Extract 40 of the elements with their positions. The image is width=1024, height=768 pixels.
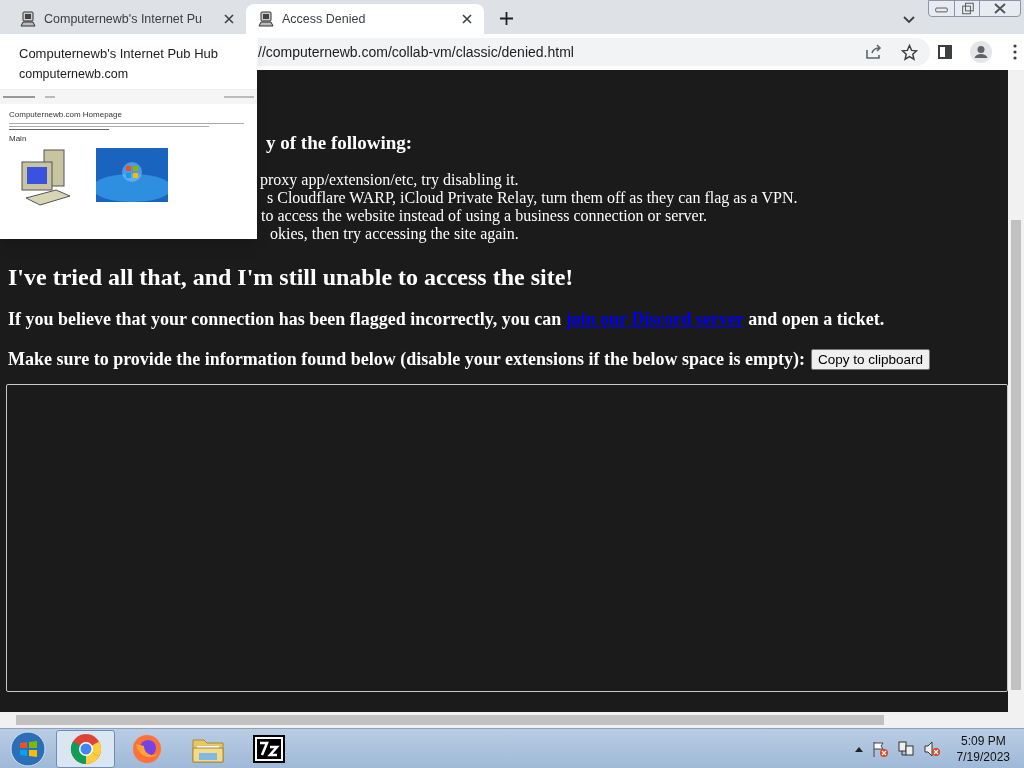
chevron-down-icon[interactable] (903, 16, 915, 24)
horizontal-scrollbar[interactable] (0, 712, 1024, 728)
list-item: okies, then try accessing the site again. (270, 225, 519, 243)
flag-icon[interactable] (870, 739, 889, 758)
muted-speaker-icon[interactable] (922, 739, 941, 758)
browser-tab[interactable]: Access Denied (246, 4, 484, 34)
clock-time[interactable]: 5:09 PM (960, 732, 1006, 749)
archive-app-icon (252, 734, 285, 763)
chrome-icon (69, 732, 102, 765)
hover-card-domain: computernewb.com (19, 66, 130, 83)
share-icon[interactable] (865, 44, 883, 60)
star-icon[interactable] (901, 43, 918, 61)
close-icon[interactable] (224, 14, 234, 24)
address-bar[interactable]: //computernewb.com/collab-vm/classic/denied.html (258, 38, 930, 66)
clock-date[interactable]: 7/19/2023 (956, 748, 1010, 765)
list-item: to access the website instead of using a business connection or server. (261, 207, 708, 225)
show-hidden-icons-icon[interactable] (854, 745, 863, 752)
computer-icon (20, 11, 36, 27)
ticket-paragraph: If you believe that your connection has been flagged incorrectly, you can join our Discord server and open a ticket. (8, 308, 885, 330)
preview-section: Main (9, 134, 257, 144)
hover-card-title: Computernewb's Internet Pub Hub (19, 45, 220, 63)
scrollbar-thumb[interactable] (16, 715, 884, 725)
side-panel-icon[interactable] (938, 45, 952, 59)
computer-icon (258, 11, 274, 27)
network-icon[interactable] (896, 739, 915, 758)
profile-icon[interactable] (970, 41, 992, 63)
list-item: s Cloudflare WARP, iCloud Private Relay, turn them off as they can flag as a VPN. (267, 189, 798, 207)
vertical-scrollbar[interactable] (1008, 70, 1024, 712)
copy-button[interactable]: Copy to clipboard (811, 348, 931, 370)
scrollbar-thumb[interactable] (1011, 220, 1021, 690)
list-heading: y of the following: (266, 132, 413, 154)
start-button[interactable] (8, 729, 48, 768)
page-heading: I've tried all that, and I'm still unable to access the site! (8, 263, 574, 291)
new-tab-icon[interactable] (500, 12, 513, 25)
firefox-icon (131, 733, 162, 764)
preview-heading: Computernewb.com Homepage (9, 110, 123, 120)
list-item: proxy app/extension/etc, try disabling it. (260, 171, 519, 189)
info-prompt: Make sure to provide the information found below (disable your extensions if the below space is empty): (8, 348, 805, 370)
close-icon[interactable] (462, 14, 472, 24)
menu-icon[interactable] (1013, 44, 1017, 60)
